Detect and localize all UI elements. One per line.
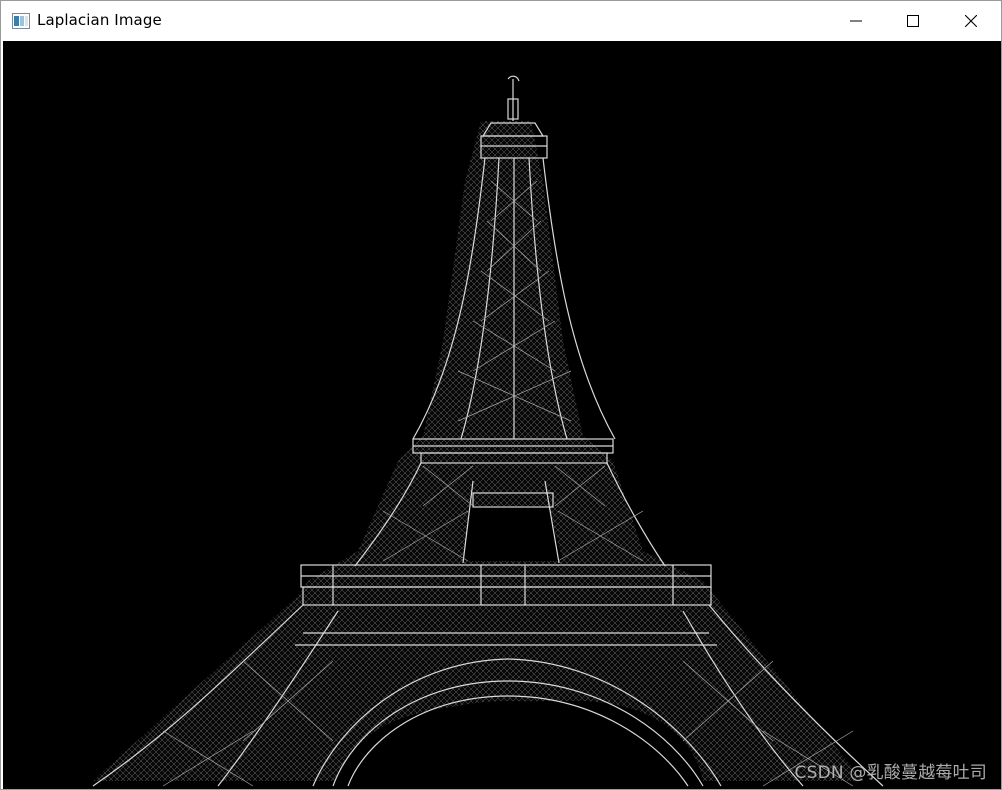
tower-lattice — [93, 121, 863, 781]
minimize-button[interactable] — [827, 1, 885, 41]
title-bar[interactable]: Laplacian Image — [1, 1, 1001, 41]
app-window: Laplacian Image CSDN @乳酸蔓越莓吐司 — [0, 0, 1002, 790]
minimize-icon — [850, 20, 862, 22]
tower-window-void — [463, 506, 563, 561]
maximize-button[interactable] — [884, 1, 942, 41]
close-button[interactable] — [942, 1, 1000, 41]
window-title: Laplacian Image — [37, 11, 162, 29]
image-canvas: CSDN @乳酸蔓越莓吐司 — [3, 41, 1001, 789]
watermark-text: CSDN @乳酸蔓越莓吐司 — [794, 763, 987, 783]
eiffel-tower-edge-image — [92, 75, 884, 787]
window-app-icon — [12, 13, 30, 29]
maximize-icon — [907, 15, 919, 27]
close-icon — [965, 15, 977, 27]
